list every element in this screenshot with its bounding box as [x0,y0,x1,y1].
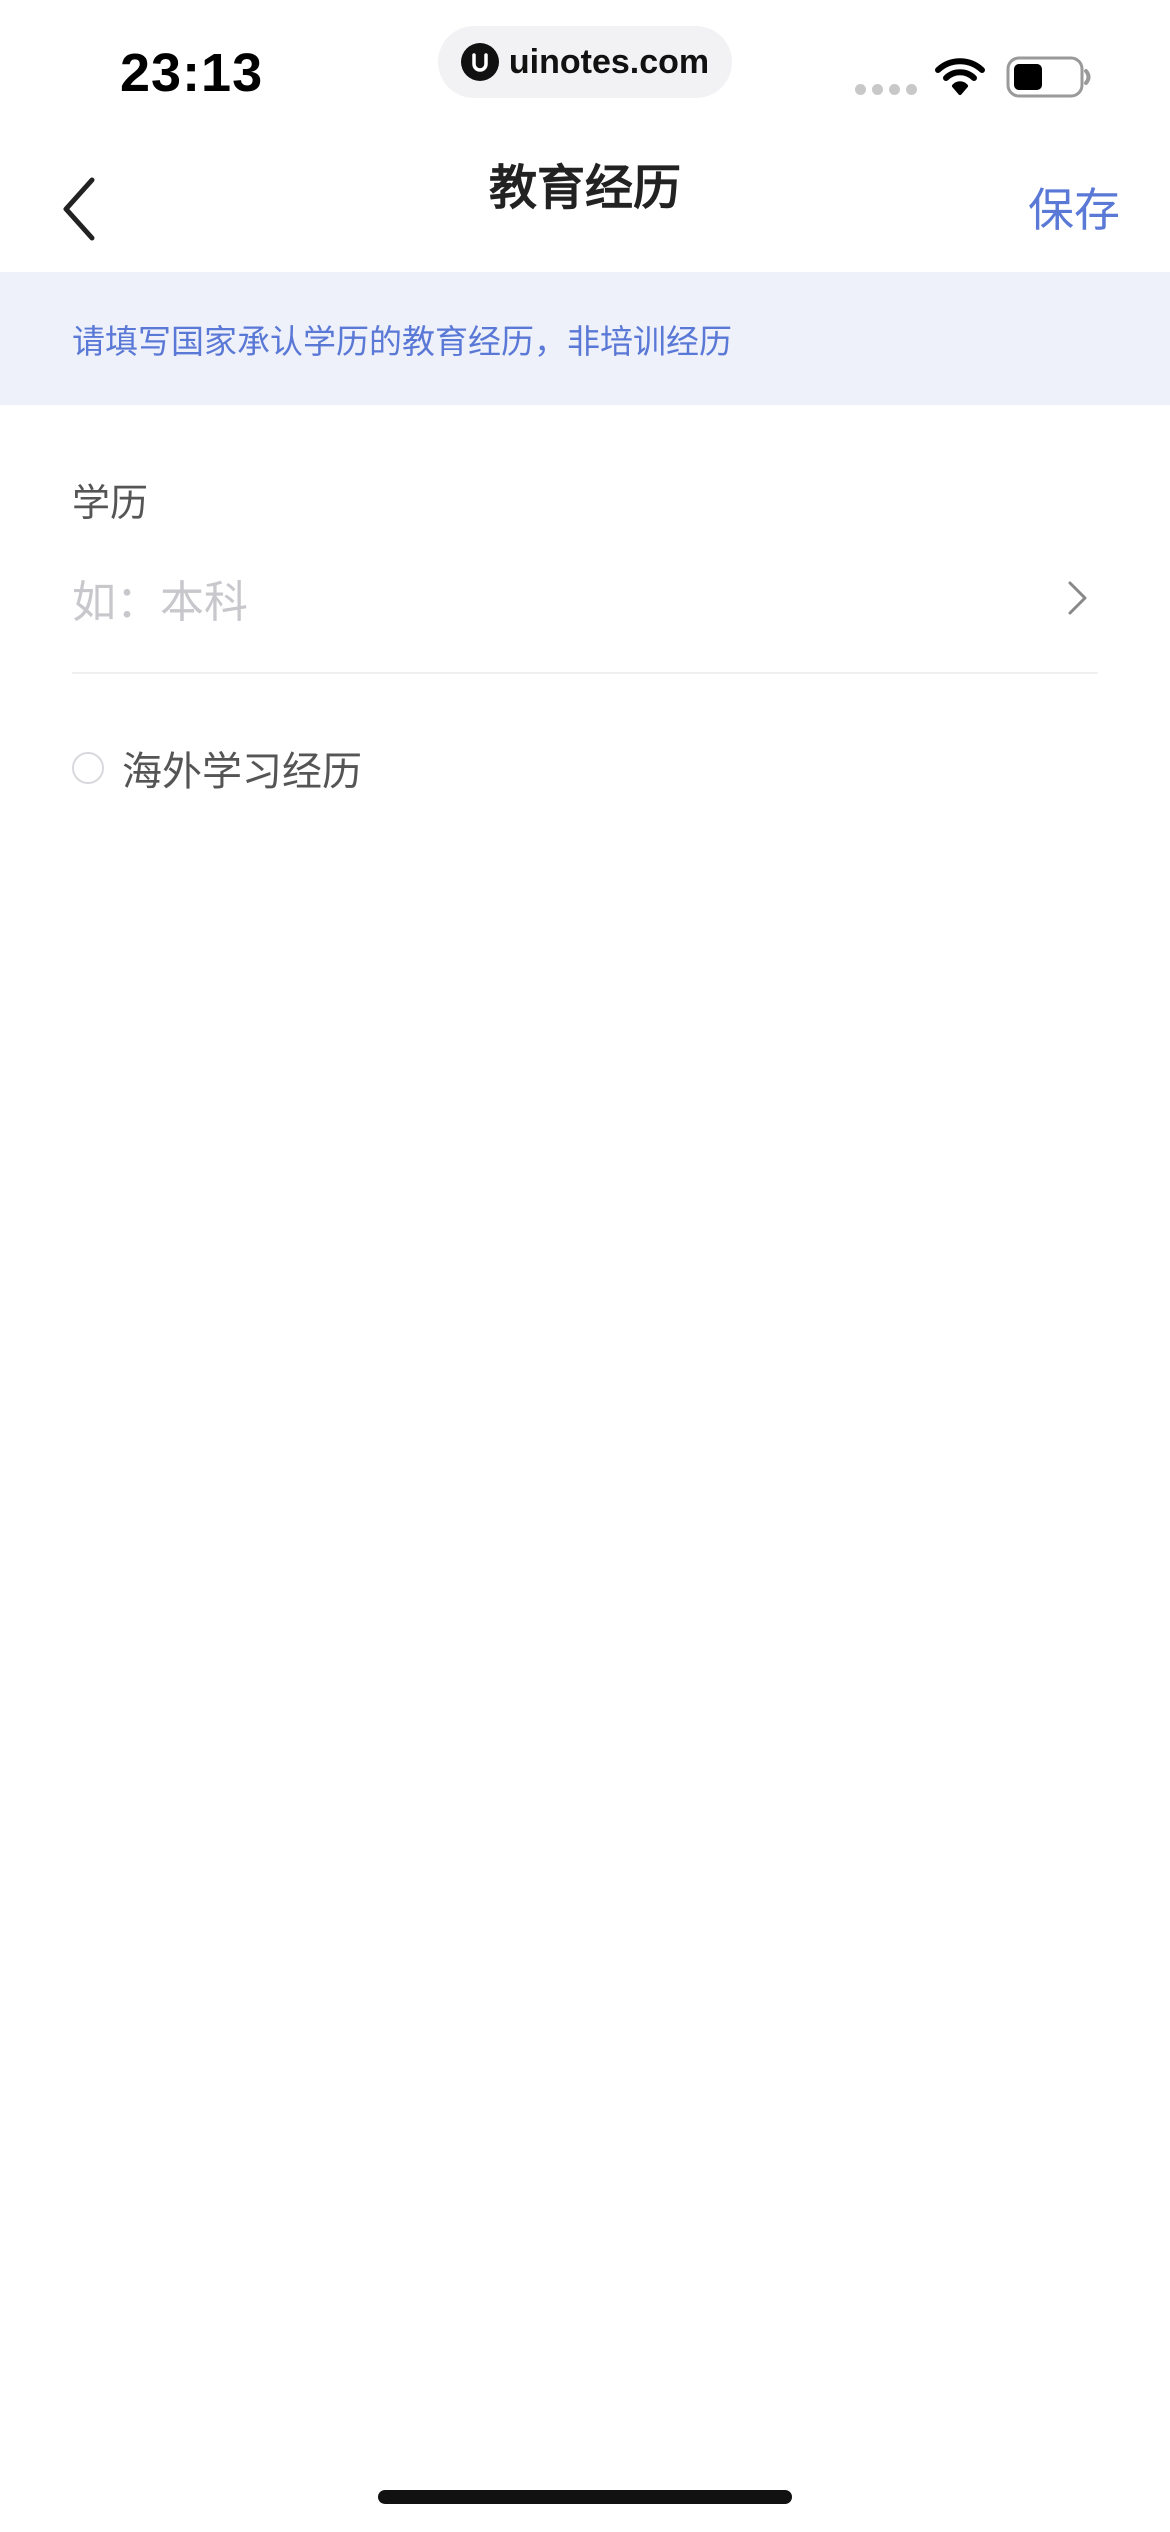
degree-field-section: 学历 如：本科 [72,460,1098,674]
url-pill[interactable]: uinotes.com [438,26,732,98]
notice-text: 请填写国家承认学历的教育经历，非培训经历 [72,321,732,361]
battery-icon [1006,56,1091,98]
chevron-right-icon [1068,581,1087,615]
home-indicator [378,2490,792,2504]
save-button[interactable]: 保存 [1028,174,1120,240]
degree-label: 学历 [72,481,149,525]
degree-placeholder: 如：本科 [72,577,248,628]
wifi-icon [935,58,985,95]
overseas-study-option[interactable]: 海外学习经历 [72,738,362,798]
status-bar: 23:13 uinotes.com [0,0,1170,130]
radio-unchecked-icon[interactable] [72,752,104,784]
page-title: 教育经历 [488,160,681,216]
degree-select[interactable]: 如：本科 [72,560,1098,636]
notice-banner: 请填写国家承认学历的教育经历，非培训经历 [0,272,1170,405]
overseas-study-label: 海外学习经历 [122,749,362,795]
divider [72,672,1098,674]
site-logo-icon [460,43,499,81]
status-time: 23:13 [120,43,264,103]
signal-dots-icon [855,84,917,95]
url-text: uinotes.com [508,42,710,81]
nav-bar: 教育经历 保存 [0,130,1170,272]
